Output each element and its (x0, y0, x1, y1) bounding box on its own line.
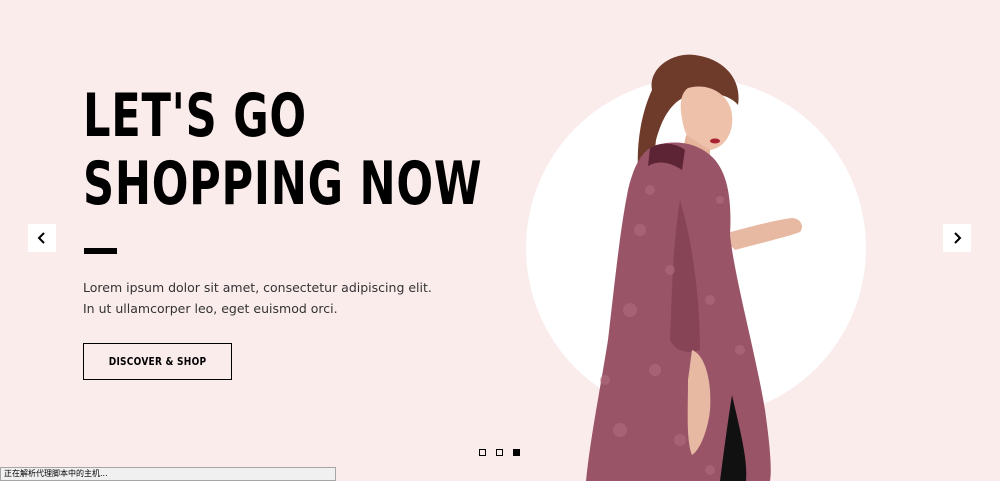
discover-shop-label: DISCOVER & SHOP (108, 355, 207, 368)
headline-line-1: LET'S GO (83, 81, 307, 151)
chevron-left-icon (37, 232, 45, 244)
model-image (586, 54, 803, 481)
slide-dot[interactable] (496, 449, 503, 456)
previous-slide-button[interactable] (28, 224, 56, 252)
slide-pagination (479, 449, 520, 456)
slide-dot-active[interactable] (513, 449, 520, 456)
slide-dot[interactable] (479, 449, 486, 456)
hero-slider: LET'S GO SHOPPING NOW Lorem ipsum dolor … (0, 0, 1000, 481)
next-slide-button[interactable] (943, 224, 971, 252)
headline-divider (84, 248, 117, 254)
hero-description: Lorem ipsum dolor sit amet, consectetur … (83, 280, 432, 316)
chevron-right-icon (954, 232, 962, 244)
headline-line-2: SHOPPING NOW (83, 149, 483, 219)
browser-status-bar: 正在解析代理脚本中的主机... (0, 467, 336, 481)
hero-headline: LET'S GO SHOPPING NOW (83, 82, 482, 218)
discover-shop-button[interactable]: DISCOVER & SHOP (83, 343, 232, 380)
